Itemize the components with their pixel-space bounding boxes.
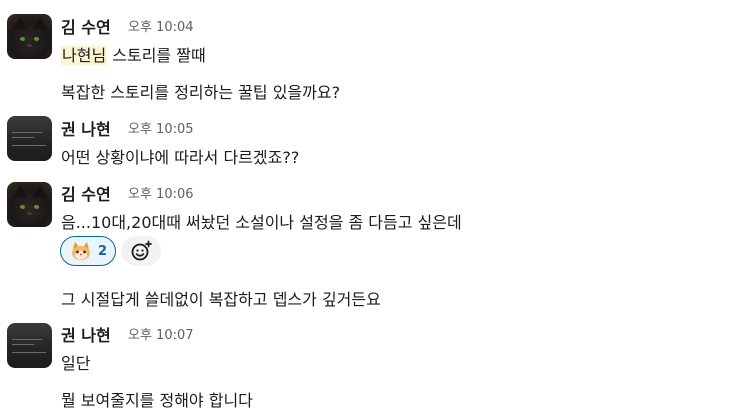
message-text: 음...10대,20대때 써놨던 소설이나 설정을 좀 다듬고 싶은데 [61,213,462,232]
avatar-kwon-nahyun[interactable] [7,116,52,161]
timestamp[interactable]: 오후 10:04 [128,16,194,35]
add-reaction-icon [131,240,152,261]
timestamp[interactable]: 오후 10:07 [128,324,194,343]
avatar-kwon-nahyun[interactable] [7,323,52,368]
author-name[interactable]: 김 수연 [61,181,111,205]
author-name[interactable]: 권 나현 [61,116,111,140]
message-text: 복잡한 스토리를 정리하는 꿀팁 있을까요? [61,83,341,102]
message-text: 어떤 상황이냐에 따라서 다르겠죠?? [61,148,300,167]
message-text: 일단 [61,354,91,373]
mention-highlight[interactable]: 나현님 [61,46,108,65]
message-text-rest: 스토리를 짤때 [107,46,206,65]
author-name[interactable]: 김 수연 [61,14,111,38]
reaction-count: 2 [98,243,108,259]
avatar-kim-suyeon[interactable] [7,182,52,227]
add-reaction-button[interactable] [121,236,161,266]
message-text: 그 시절답게 쓸데없이 복잡하고 뎁스가 깊거든요 [61,290,381,309]
message-text: 나현님 스토리를 짤때 [61,42,206,66]
cat-face-emoji [72,242,90,260]
author-name[interactable]: 권 나현 [61,322,111,346]
timestamp[interactable]: 오후 10:06 [128,183,194,202]
avatar-kim-suyeon[interactable] [7,14,52,59]
reaction-pill[interactable]: 2 [60,236,116,266]
message-text: 뭘 보여줄지를 정해야 합니다 [61,391,253,410]
timestamp[interactable]: 오후 10:05 [128,118,194,137]
